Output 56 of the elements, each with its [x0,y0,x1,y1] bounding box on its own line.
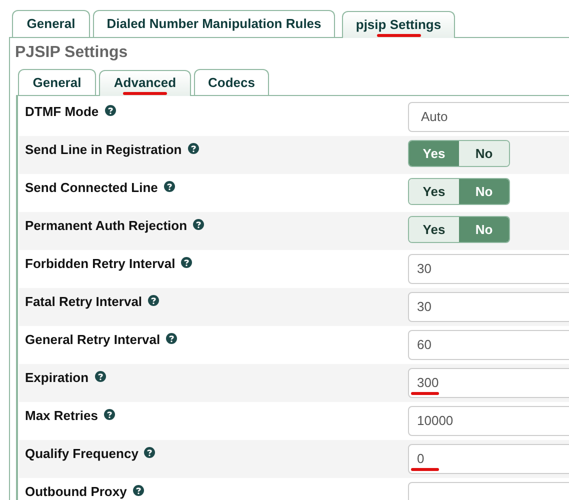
annotation-underline [411,392,439,395]
toggle-switch[interactable]: Yes No [408,178,510,205]
toggle-option[interactable]: No [459,141,509,166]
toggle-option[interactable]: Yes [409,179,459,204]
tab[interactable]: pjsip Settings [342,11,455,38]
help-icon[interactable] [188,143,199,154]
field-value: 0 [417,450,424,468]
select-field[interactable]: Auto [408,102,569,132]
help-icon[interactable] [148,295,160,306]
input-field[interactable]: 300 [408,368,569,398]
field-label: Max Retries [25,407,98,425]
annotation-underline [411,468,439,471]
field-label: Permanent Auth Rejection [25,217,188,235]
field-label: Outbound Proxy [25,483,127,500]
toggle-switch[interactable]: Yes No [408,216,510,243]
input-field[interactable]: 10000 [408,406,569,436]
field-value: 30 [417,260,432,278]
tab[interactable]: Advanced [99,70,191,96]
field-label: Expiration [25,369,89,387]
input-field[interactable]: 0 [408,444,569,474]
field-value: 30 [417,298,432,316]
help-icon[interactable] [132,485,144,496]
help-icon[interactable] [193,219,204,230]
toggle-option[interactable]: No [459,179,509,204]
panel-title: PJSIP Settings [14,43,129,63]
field-label: General Retry Interval [25,331,160,349]
toggle-switch[interactable]: Yes No [408,140,510,167]
tab[interactable]: General [12,10,90,37]
input-field[interactable]: 30 [408,292,569,322]
field-label: DTMF Mode [25,103,99,121]
toggle-option[interactable]: Yes [409,141,459,166]
tab[interactable]: General [18,69,96,95]
field-value: 10000 [417,412,454,430]
toggle-option[interactable]: No [459,217,509,242]
field-value: 300 [417,374,439,392]
help-icon[interactable] [104,105,116,116]
help-icon[interactable] [166,333,178,344]
field-label: Fatal Retry Interval [25,293,142,311]
field-label: Send Connected Line [25,179,158,197]
field-label: Qualify Frequency [25,445,138,463]
toggle-option[interactable]: Yes [409,217,459,242]
annotation-underline [123,92,167,95]
input-field[interactable]: 30 [408,254,569,284]
annotation-underline [376,34,420,37]
help-icon[interactable] [104,409,115,420]
input-field[interactable]: 60 [408,330,569,360]
field-label: Forbidden Retry Interval [25,255,176,273]
help-icon[interactable] [94,371,106,382]
help-icon[interactable] [144,447,156,458]
tab[interactable]: Dialed Number Manipulation Rules [93,10,335,37]
field-value: Auto [420,108,448,126]
help-icon[interactable] [164,181,175,192]
field-value: 60 [417,336,432,354]
field-label: Send Line in Registration [25,141,182,159]
help-icon[interactable] [181,257,192,268]
tab[interactable]: Codecs [194,69,269,95]
